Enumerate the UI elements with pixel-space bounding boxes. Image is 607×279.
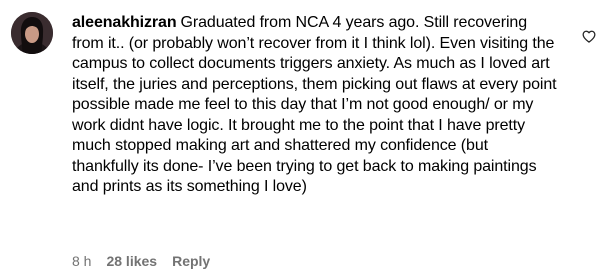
comment-meta: 8 h 28 likes Reply [72, 253, 210, 269]
username-link[interactable]: aleenakhizran [72, 14, 177, 31]
avatar-image [11, 12, 53, 54]
likes-count[interactable]: 28 likes [106, 253, 157, 269]
comment-body: aleenakhizran Graduated from NCA 4 years … [72, 13, 558, 198]
comment-item: aleenakhizran Graduated from NCA 4 years … [0, 0, 607, 279]
heart-outline-icon[interactable] [582, 30, 596, 43]
reply-button[interactable]: Reply [172, 253, 210, 269]
comment-text: Graduated from NCA 4 years ago. Still re… [72, 14, 557, 195]
avatar[interactable] [11, 12, 53, 54]
timestamp[interactable]: 8 h [72, 253, 91, 269]
